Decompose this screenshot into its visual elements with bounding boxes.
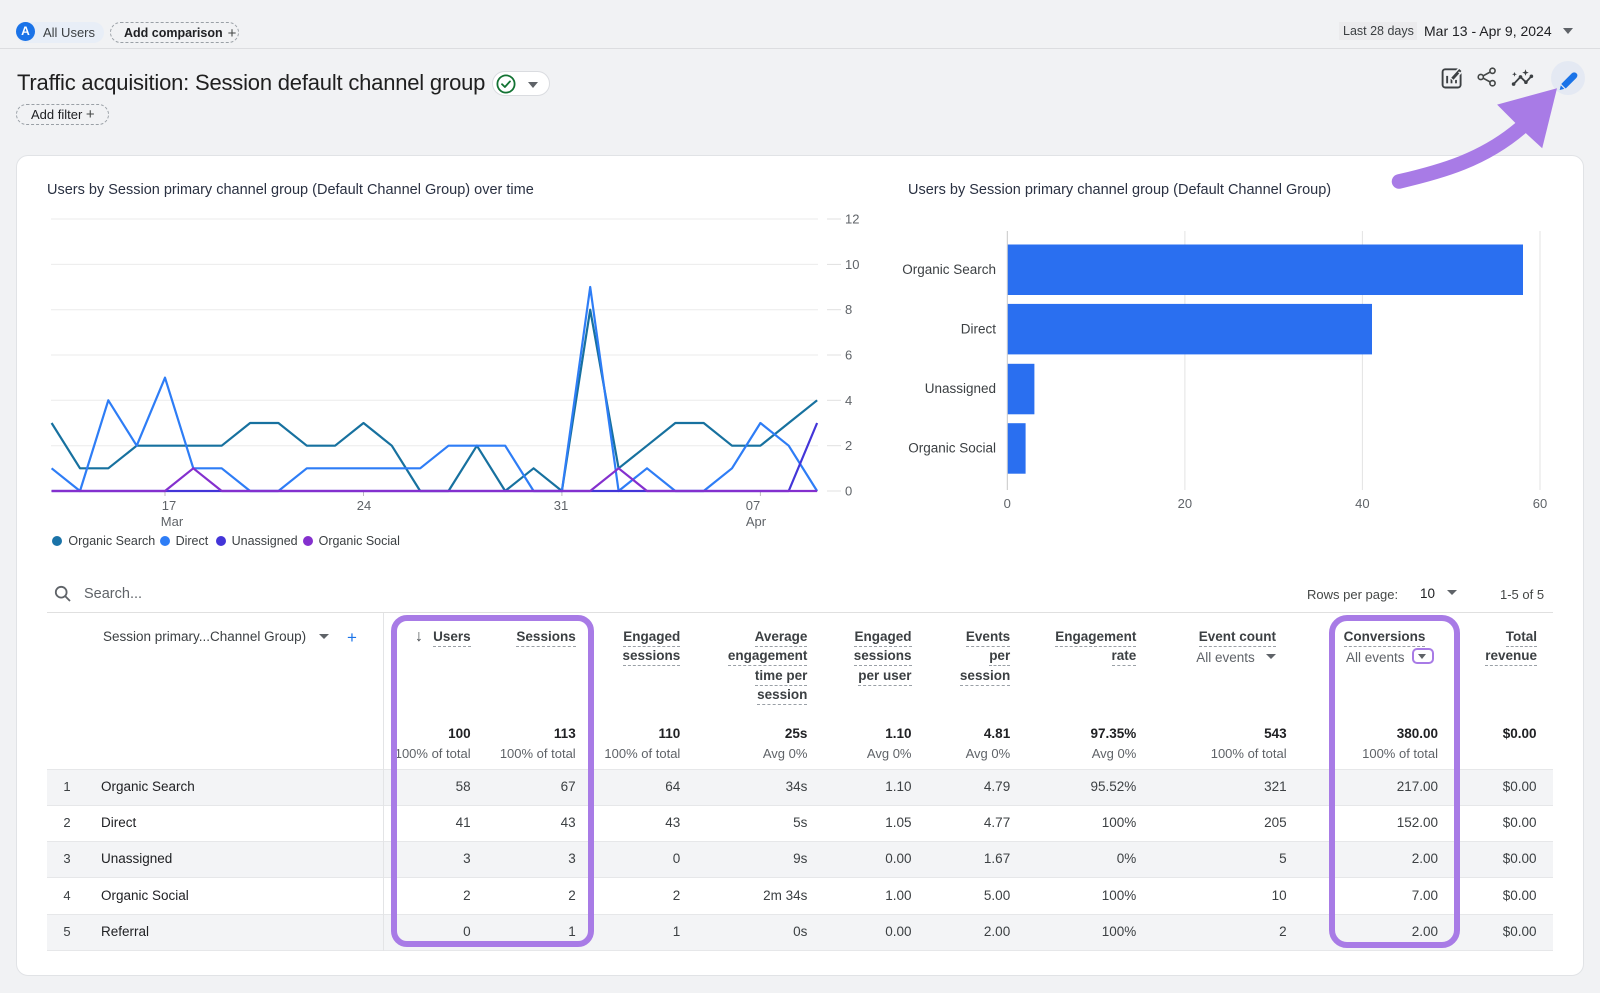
svg-text:10: 10	[845, 257, 859, 272]
svg-text:40: 40	[1355, 496, 1369, 511]
svg-text:0: 0	[1004, 496, 1011, 511]
svg-text:24: 24	[357, 498, 371, 513]
svg-text:4: 4	[845, 393, 852, 408]
svg-text:Apr: Apr	[746, 514, 767, 529]
svg-text:Organic Social: Organic Social	[908, 441, 996, 456]
svg-text:0: 0	[845, 484, 852, 499]
svg-text:Organic Search: Organic Search	[902, 262, 996, 277]
svg-text:Direct: Direct	[961, 321, 997, 336]
svg-text:12: 12	[845, 212, 859, 227]
svg-text:Mar: Mar	[161, 514, 184, 529]
svg-text:17: 17	[162, 498, 176, 513]
svg-text:Unassigned: Unassigned	[925, 381, 996, 396]
svg-text:31: 31	[554, 498, 568, 513]
svg-text:8: 8	[845, 302, 852, 317]
svg-text:6: 6	[845, 348, 852, 363]
svg-text:60: 60	[1533, 496, 1547, 511]
svg-text:20: 20	[1178, 496, 1192, 511]
svg-text:2: 2	[845, 438, 852, 453]
svg-text:07: 07	[746, 498, 760, 513]
